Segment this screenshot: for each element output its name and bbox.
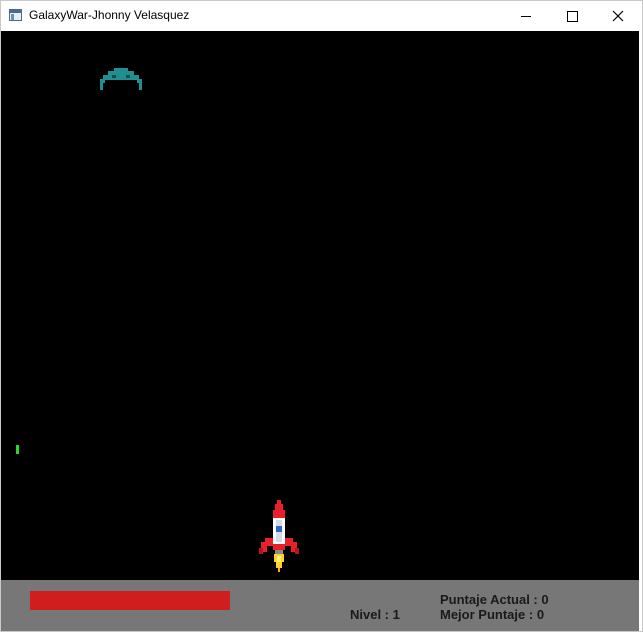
- best-score-value: 0: [536, 607, 545, 622]
- level-display: Nivel : 1: [350, 607, 400, 622]
- maximize-button[interactable]: [549, 1, 595, 31]
- level-label: Nivel :: [350, 607, 390, 622]
- current-score-display: Puntaje Actual : 0: [440, 592, 549, 607]
- game-window: GalaxyWar-Jhonny Velasquez Nivel: 1 Pun…: [0, 0, 643, 632]
- minimize-icon: [521, 15, 531, 17]
- close-icon: [612, 10, 624, 22]
- window-title: GalaxyWar-Jhonny Velasquez: [29, 8, 190, 22]
- close-button[interactable]: [595, 1, 641, 31]
- minimize-button[interactable]: [503, 1, 549, 31]
- best-score-display: Mejor Puntaje : 0: [440, 607, 544, 622]
- app-window-icon[interactable]: [9, 9, 22, 21]
- rocket-icon: [259, 500, 299, 572]
- level-value: 1: [392, 607, 400, 622]
- maximize-icon: [566, 10, 578, 22]
- alien-ship-icon: [100, 68, 142, 90]
- bullet: [16, 445, 19, 454]
- hud-panel: Nivel : 1 Puntaje Actual : 0 Mejor Punta…: [1, 580, 639, 631]
- best-score-label: Mejor Puntaje :: [440, 607, 534, 622]
- current-score-value: 0: [541, 592, 549, 607]
- current-score-label: Puntaje Actual :: [440, 592, 538, 607]
- health-bar: [30, 591, 230, 610]
- title-bar[interactable]: GalaxyWar-Jhonny Velasquez: [1, 1, 642, 31]
- game-canvas[interactable]: [1, 31, 639, 580]
